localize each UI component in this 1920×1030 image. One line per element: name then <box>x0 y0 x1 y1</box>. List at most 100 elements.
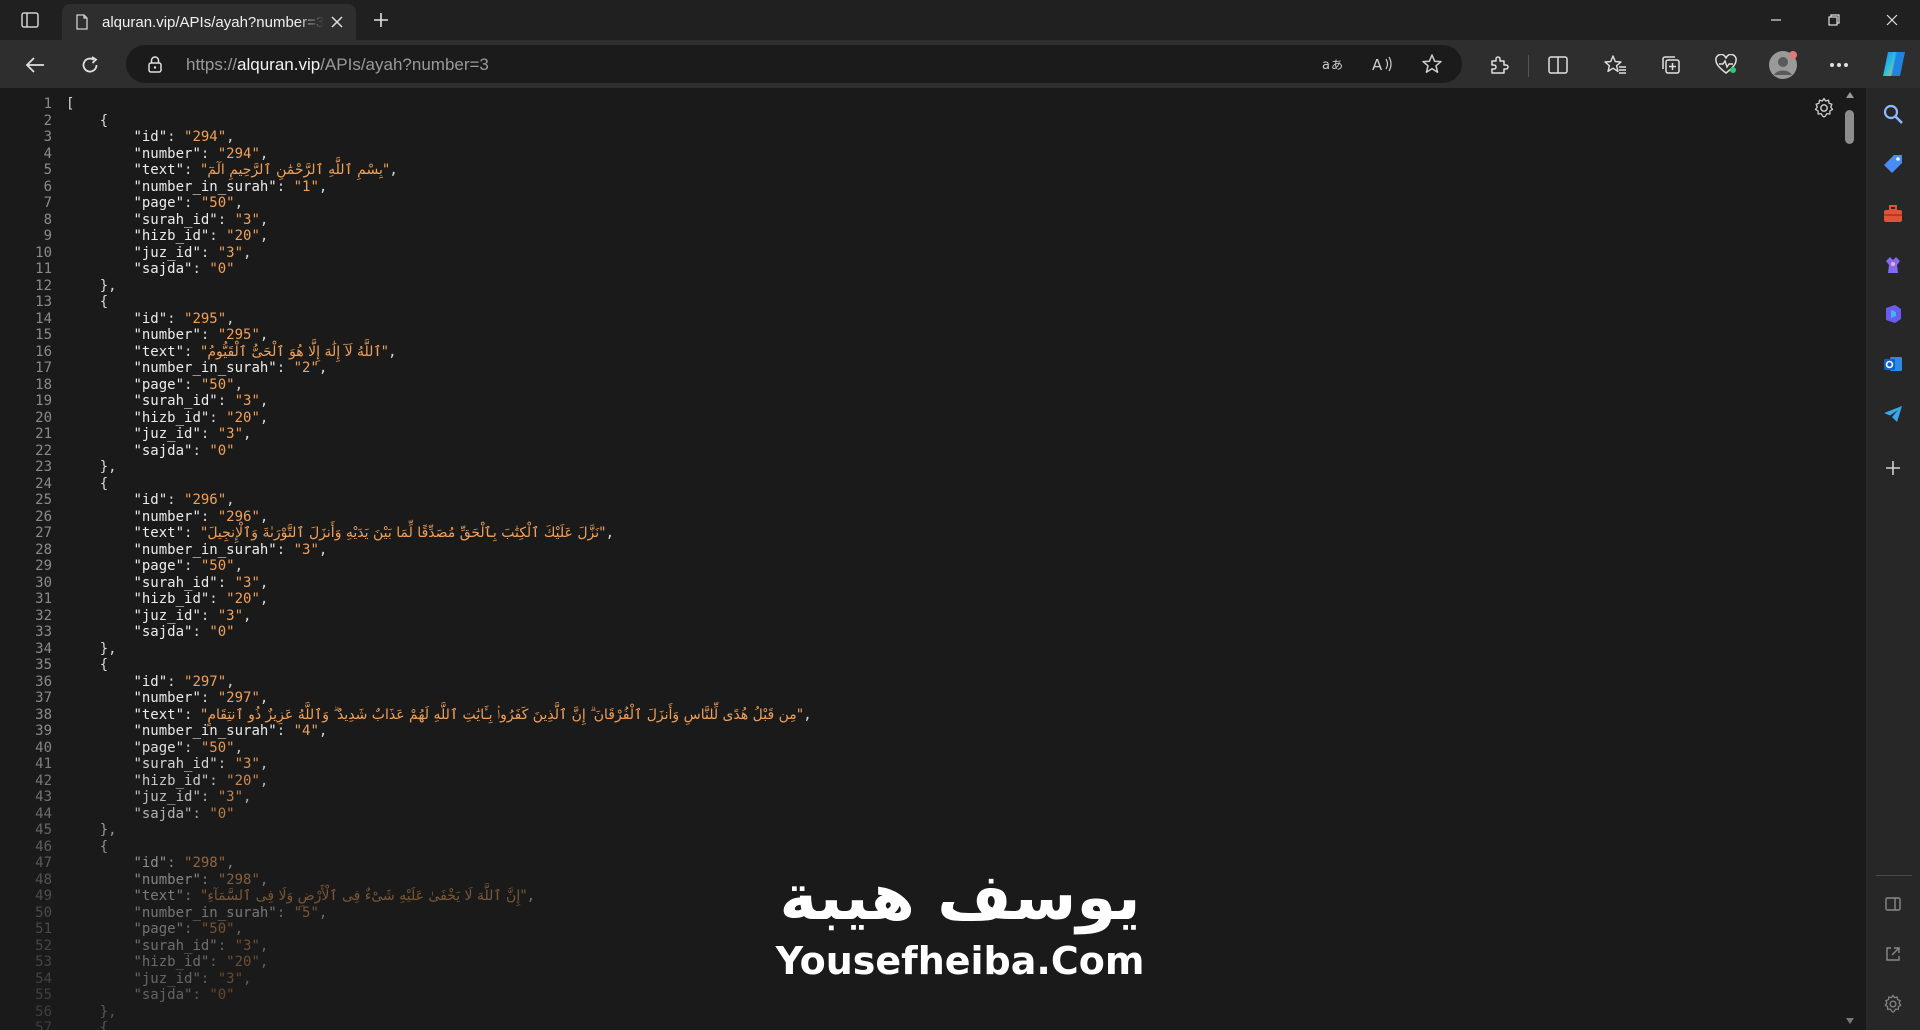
heart-pulse-icon[interactable] <box>1711 50 1741 80</box>
code-line: 13 { <box>0 294 1840 311</box>
code-line: 5 "text": "بِسْمِ ٱللَّهِ ٱلرَّحْمَٰنِ ٱ… <box>0 162 1840 179</box>
minimize-icon[interactable] <box>1748 0 1804 40</box>
json-punctuation: : <box>217 211 235 228</box>
json-punctuation <box>66 558 133 574</box>
code-line: 25 "id": "296", <box>0 492 1840 509</box>
json-string-value: "مِن قَبْلُ هُدًى لِّلنَّاسِ وَأَنزَلَ ٱ… <box>200 706 804 723</box>
outlook-icon[interactable] <box>1879 350 1907 378</box>
code-line: 6 "number_in_surah": "1", <box>0 179 1840 196</box>
json-punctuation: { <box>66 294 109 310</box>
json-string-value: "0" <box>209 987 235 1003</box>
json-key: "sajda" <box>133 261 193 277</box>
tools-icon[interactable] <box>1879 200 1907 228</box>
gear-icon[interactable] <box>1812 96 1836 120</box>
json-punctuation <box>66 789 133 805</box>
split-screen-icon[interactable] <box>1543 50 1573 80</box>
code-line: 24 { <box>0 476 1840 493</box>
collections-icon[interactable] <box>1656 50 1686 80</box>
url-text[interactable]: https://alquran.vip/APIs/ayah?number=3 <box>186 55 489 75</box>
lock-icon[interactable] <box>146 55 164 73</box>
star-icon[interactable] <box>1418 50 1446 78</box>
json-punctuation <box>66 228 133 244</box>
external-link-icon[interactable] <box>1879 940 1907 968</box>
avatar-icon[interactable] <box>1767 49 1799 81</box>
scrollbar-thumb[interactable] <box>1845 110 1854 144</box>
line-number: 34 <box>35 640 52 657</box>
line-content: }, <box>52 641 117 658</box>
json-punctuation: : <box>217 574 235 591</box>
line-number: 41 <box>35 756 52 772</box>
json-string-value: "إِنَّ ٱللَّهَ لَا يَخْفَىٰ عَلَيْهِ شَى… <box>200 888 527 904</box>
tab-bar: alquran.vip/APIs/ayah?number=3 <box>0 0 1920 40</box>
json-string-value: "294" <box>217 145 260 162</box>
office-icon[interactable] <box>1879 300 1907 328</box>
json-key: "juz_id" <box>133 970 201 987</box>
json-key: "text" <box>133 343 185 360</box>
json-punctuation: : <box>184 739 201 756</box>
puzzle-icon[interactable] <box>1484 50 1514 80</box>
sidebar-panel-icon[interactable] <box>1879 890 1907 918</box>
json-punctuation: , <box>318 178 328 195</box>
json-punctuation <box>66 575 133 591</box>
scroll-down-icon[interactable] <box>1846 1018 1854 1024</box>
tab-actions-icon[interactable] <box>10 6 50 34</box>
json-string-value: "4" <box>293 723 319 739</box>
line-content: "number_in_surah": "4", <box>52 723 327 740</box>
telegram-icon[interactable] <box>1879 400 1907 428</box>
address-bar[interactable]: https://alquran.vip/APIs/ayah?number=3 a… <box>126 45 1462 83</box>
json-string-value: "بِسْمِ ٱللَّهِ ٱلرَّحْمَٰنِ ٱلرَّحِيمِ … <box>200 162 390 178</box>
json-punctuation: : <box>217 756 235 772</box>
translate-icon[interactable]: aあ <box>1318 50 1346 78</box>
back-arrow-icon[interactable] <box>20 50 50 80</box>
close-icon[interactable] <box>328 13 346 31</box>
json-punctuation <box>66 723 133 739</box>
url-host: alquran.vip <box>237 55 321 74</box>
line-number: 1 <box>43 96 52 112</box>
json-string-value: "3" <box>234 574 260 591</box>
line-number: 10 <box>35 244 52 261</box>
favorites-icon[interactable] <box>1600 50 1630 80</box>
json-string-value: "20" <box>226 409 260 426</box>
json-punctuation <box>66 443 133 459</box>
json-punctuation: , <box>234 921 244 937</box>
sidebar-settings-gear-icon[interactable] <box>1879 990 1907 1018</box>
json-punctuation: }, <box>66 640 117 657</box>
restore-icon[interactable] <box>1806 0 1862 40</box>
refresh-icon[interactable] <box>75 50 105 80</box>
shopping-tag-icon[interactable] <box>1879 150 1907 178</box>
copilot-icon[interactable] <box>1878 48 1910 80</box>
active-tab[interactable]: alquran.vip/APIs/ayah?number=3 <box>62 4 356 40</box>
edge-sidebar <box>1866 88 1920 1030</box>
line-content: "page": "50", <box>52 921 243 938</box>
line-content: "id": "297", <box>52 674 234 691</box>
code-line: 8 "surah_id": "3", <box>0 212 1840 229</box>
line-content: "text": "بِسْمِ ٱللَّهِ ٱلرَّحْمَٰنِ ٱلر… <box>52 162 397 179</box>
json-key: "surah_id" <box>133 937 218 954</box>
line-number: 3 <box>43 129 52 145</box>
json-punctuation: : <box>209 409 227 426</box>
json-punctuation: : <box>167 492 185 508</box>
plus-icon[interactable] <box>368 8 394 32</box>
code-line: 55 "sajda": "0" <box>0 987 1840 1004</box>
vertical-scrollbar[interactable] <box>1844 88 1856 1030</box>
json-key: "id" <box>133 129 168 145</box>
watermark-arabic: يوسف هيبة <box>779 861 1141 935</box>
svg-text:a: a <box>1322 58 1330 73</box>
json-key: "page" <box>133 739 185 756</box>
line-content: "number": "295", <box>52 327 268 344</box>
close-window-icon[interactable] <box>1864 0 1920 40</box>
json-key: "number" <box>133 690 201 706</box>
games-icon[interactable] <box>1879 250 1907 278</box>
json-string-value: "296" <box>217 508 260 525</box>
line-number: 6 <box>43 178 52 195</box>
json-string-value: "3" <box>234 393 260 409</box>
json-punctuation: : <box>192 987 210 1003</box>
add-icon[interactable] <box>1879 454 1907 482</box>
json-key: "sajda" <box>133 442 193 459</box>
json-string-value: "295" <box>184 310 227 327</box>
scroll-up-icon[interactable] <box>1846 92 1854 98</box>
json-punctuation <box>66 492 133 508</box>
search-icon[interactable] <box>1879 100 1907 128</box>
read-aloud-icon[interactable]: A <box>1368 50 1396 78</box>
more-icon[interactable] <box>1824 50 1854 80</box>
